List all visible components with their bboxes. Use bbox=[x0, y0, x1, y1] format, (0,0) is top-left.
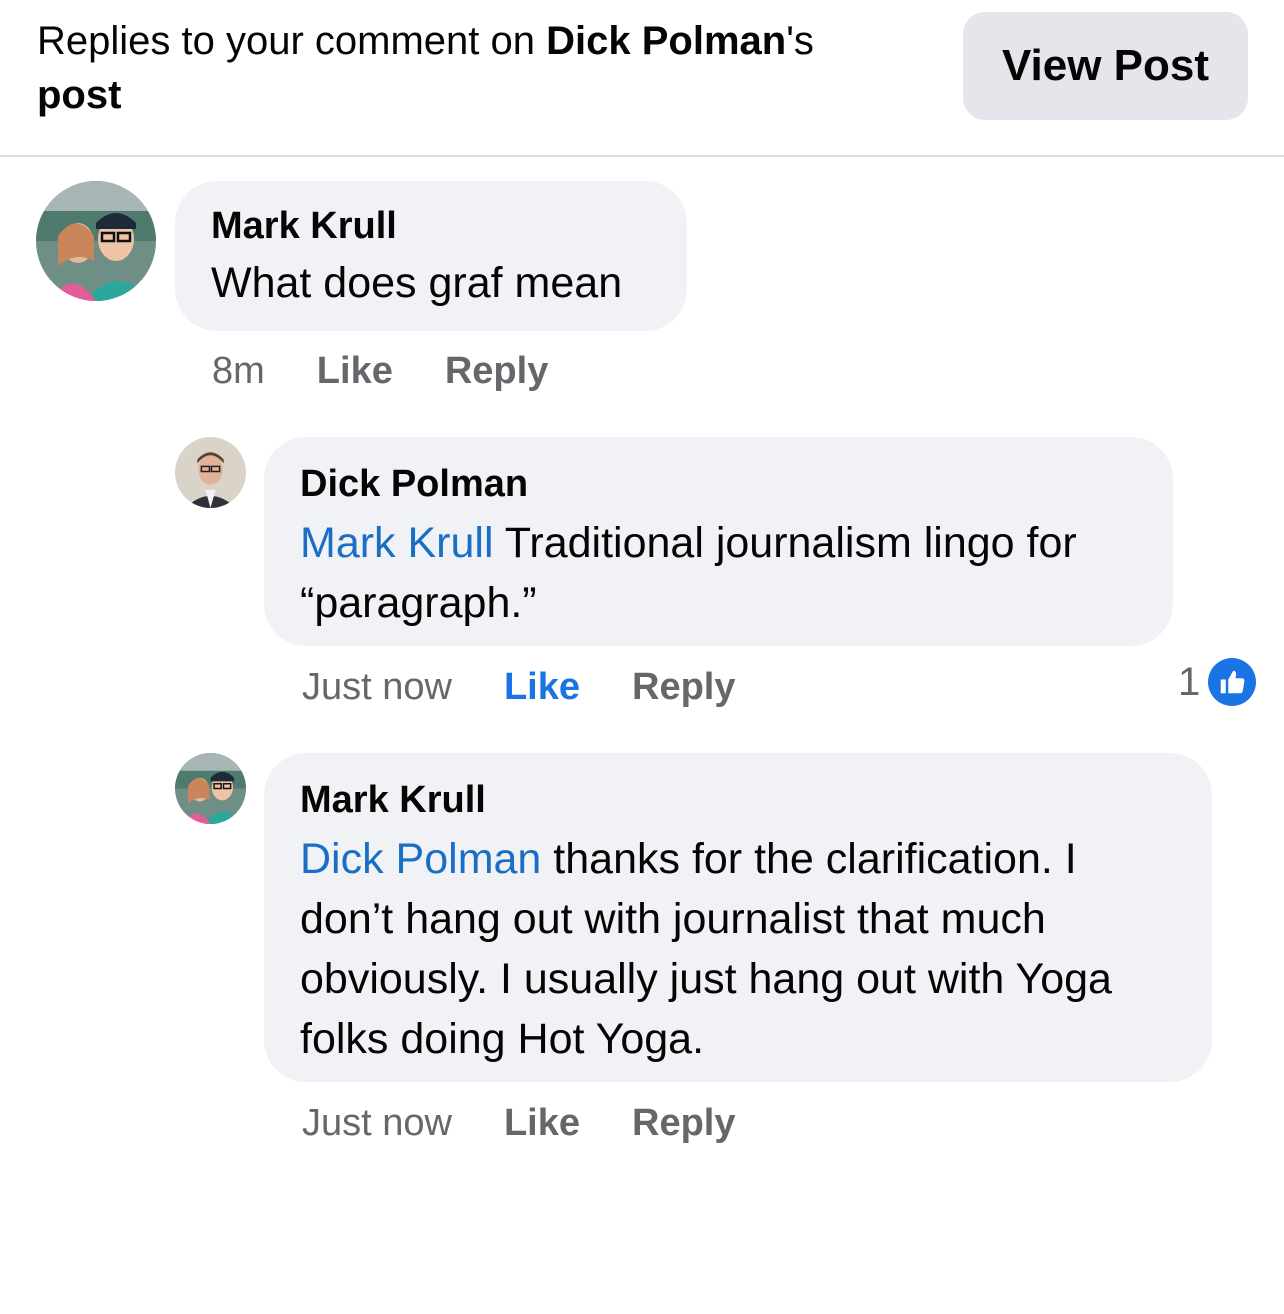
comment-author[interactable]: Mark Krull bbox=[300, 777, 1176, 823]
comment-timestamp[interactable]: Just now bbox=[302, 664, 452, 710]
like-button[interactable]: Like bbox=[504, 664, 580, 710]
avatar[interactable] bbox=[175, 437, 246, 508]
man-in-suit-avatar bbox=[175, 437, 246, 508]
like-button[interactable]: Like bbox=[504, 1100, 580, 1146]
reply-button[interactable]: Reply bbox=[445, 348, 548, 394]
reply-button[interactable]: Reply bbox=[632, 664, 735, 710]
comment-bubble[interactable]: Mark Krull Dick Polman thanks for the cl… bbox=[264, 753, 1212, 1082]
view-post-button[interactable]: View Post bbox=[963, 12, 1248, 120]
comment-actions: Just now Like Reply bbox=[302, 664, 736, 710]
comment-timestamp[interactable]: Just now bbox=[302, 1100, 452, 1146]
comment-text: Dick Polman thanks for the clarification… bbox=[300, 835, 1112, 1063]
comment-replies-page: Replies to your comment on Dick Polman's… bbox=[0, 0, 1284, 1314]
thumbs-up-icon bbox=[1208, 658, 1257, 706]
comment-author[interactable]: Dick Polman bbox=[300, 461, 1137, 507]
reply-button[interactable]: Reply bbox=[632, 1100, 735, 1146]
reaction-count: 1 bbox=[1178, 659, 1201, 704]
header: Replies to your comment on Dick Polman's… bbox=[0, 0, 1284, 157]
avatar[interactable] bbox=[36, 181, 156, 301]
comment-author[interactable]: Mark Krull bbox=[211, 203, 651, 249]
comment-text: Mark Krull Traditional journalism lingo … bbox=[300, 519, 1077, 627]
header-title: Replies to your comment on Dick Polman's… bbox=[37, 19, 814, 117]
mention-link[interactable]: Mark Krull bbox=[300, 519, 494, 567]
couple-selfie-avatar bbox=[175, 753, 246, 824]
comment-actions: Just now Like Reply bbox=[302, 1100, 736, 1146]
comment-bubble[interactable]: Mark Krull What does graf mean bbox=[175, 181, 687, 331]
comment-text: What does graf mean bbox=[211, 259, 623, 307]
like-button[interactable]: Like bbox=[317, 348, 393, 394]
couple-selfie-avatar bbox=[36, 181, 156, 301]
mention-link[interactable]: Dick Polman bbox=[300, 835, 541, 883]
post-author-name[interactable]: Dick Polman bbox=[546, 19, 786, 63]
reaction-summary[interactable]: 1 bbox=[1178, 658, 1257, 706]
avatar[interactable] bbox=[175, 753, 246, 824]
comment-actions: 8m Like Reply bbox=[212, 348, 548, 394]
comment-bubble[interactable]: Dick Polman Mark Krull Traditional journ… bbox=[264, 437, 1173, 646]
comment-timestamp[interactable]: 8m bbox=[212, 348, 265, 394]
